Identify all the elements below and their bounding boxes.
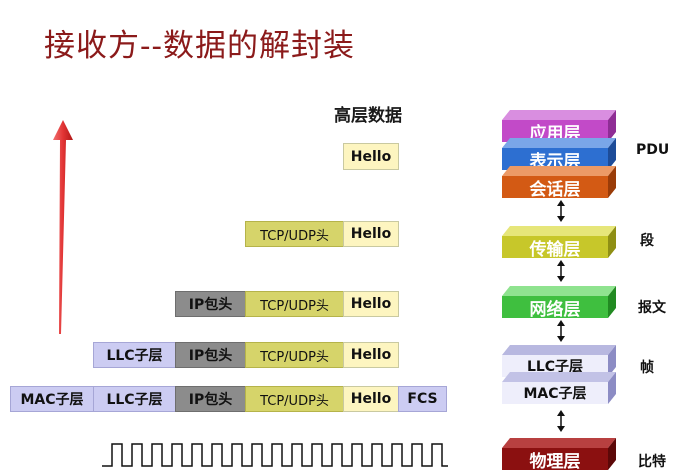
ip-header-cell: IP包头: [175, 386, 246, 412]
tcp-udp-header-cell: TCP/UDP头: [245, 221, 344, 247]
double-arrow-icon: [557, 320, 565, 342]
slide-title: 接收方--数据的解封装: [44, 28, 355, 64]
upper-layer-data-label: 高层数据: [334, 106, 402, 126]
pdu-label: PDU: [636, 142, 670, 158]
session-layer-block: 会话层: [502, 166, 616, 200]
double-arrow-icon: [557, 200, 565, 222]
packet-label: 报文: [638, 300, 666, 316]
llc-sublayer-cell: LLC子层: [93, 342, 176, 368]
bit-signal-waveform: [102, 443, 448, 467]
llc-sublayer-cell: LLC子层: [93, 386, 176, 412]
physical-layer-block: 物理层: [502, 438, 616, 472]
hello-cell: Hello: [343, 143, 399, 170]
hello-cell: Hello: [343, 291, 399, 317]
ip-header-cell: IP包头: [175, 342, 246, 368]
transport-layer-label: 传输层: [502, 236, 608, 260]
network-layer-label: 网络层: [502, 296, 608, 320]
segment-label: 段: [640, 233, 654, 249]
tcp-udp-header-cell: TCP/UDP头: [245, 386, 344, 412]
tcp-udp-header-cell: TCP/UDP头: [245, 291, 344, 317]
tcp-udp-header-cell: TCP/UDP头: [245, 342, 344, 368]
hello-cell: Hello: [343, 342, 399, 368]
upward-arrow-icon: [53, 120, 73, 334]
transport-layer-block: 传输层: [502, 226, 616, 260]
frame-label: 帧: [640, 360, 654, 376]
bit-label: 比特: [638, 454, 666, 470]
double-arrow-icon: [557, 260, 565, 282]
ip-header-cell: IP包头: [175, 291, 246, 317]
hello-cell: Hello: [343, 221, 399, 247]
network-layer-block: 网络层: [502, 286, 616, 320]
double-arrow-icon: [557, 410, 565, 432]
session-layer-label: 会话层: [502, 176, 608, 200]
fcs-cell: FCS: [398, 386, 447, 412]
mac-sublayer-label: MAC子层: [502, 382, 608, 404]
mac-sublayer-cell: MAC子层: [10, 386, 94, 412]
mac-sublayer-block: MAC子层: [502, 372, 616, 404]
physical-layer-label: 物理层: [502, 448, 608, 472]
hello-cell: Hello: [343, 386, 399, 412]
